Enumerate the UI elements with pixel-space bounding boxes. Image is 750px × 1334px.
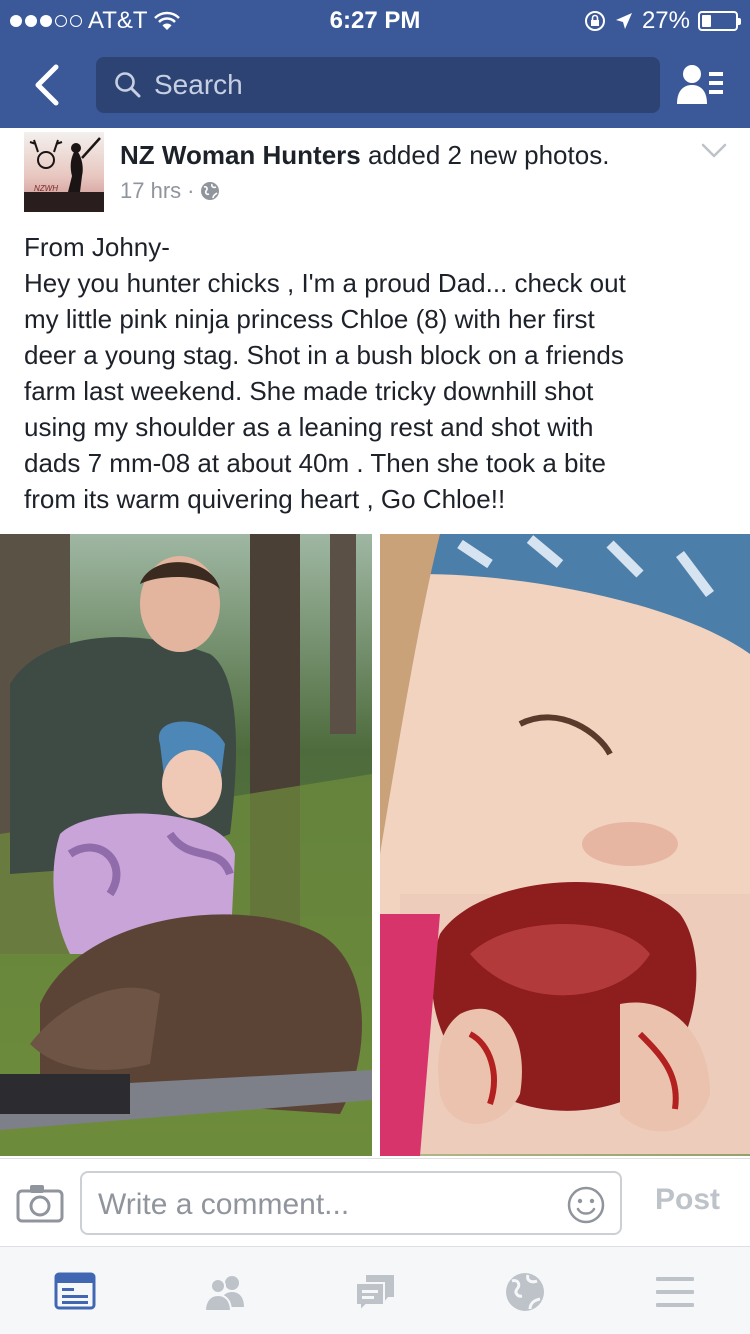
status-right: 27%	[584, 7, 741, 35]
friend-requests-icon[interactable]	[676, 62, 724, 106]
battery-level	[702, 15, 711, 27]
svg-text:NZWH: NZWH	[34, 184, 58, 193]
menu-icon[interactable]	[654, 1271, 696, 1313]
friends-icon[interactable]	[204, 1271, 246, 1313]
post-text-line: From Johny-	[24, 232, 170, 262]
post-text-line: deer a young stag. Shot in a bush block …	[24, 340, 624, 370]
comment-input[interactable]	[98, 1185, 548, 1225]
rotation-lock-icon	[584, 11, 605, 31]
post-action: added 2 new photos.	[368, 140, 610, 170]
camera-icon[interactable]	[16, 1183, 64, 1223]
globe-icon	[201, 182, 220, 200]
post-text-line: my little pink ninja princess Chloe (8) …	[24, 304, 595, 334]
comment-field[interactable]	[80, 1171, 622, 1235]
poster-name-link[interactable]: NZ Woman Hunters	[120, 140, 361, 170]
post-text-line: Hey you hunter chicks , I'm a proud Dad.…	[24, 268, 626, 298]
post-text-line: dads 7 mm-08 at about 40m . Then she too…	[24, 448, 606, 478]
top-navigation-bar: AT&T 6:27 PM 27%	[0, 0, 750, 128]
post-photo-1[interactable]	[0, 534, 372, 1156]
post-meta: 17 hrs ·	[120, 178, 220, 204]
status-bar: AT&T 6:27 PM 27%	[0, 0, 750, 40]
meta-separator: ·	[187, 178, 195, 203]
post-text-line: using my shoulder as a leaning rest and …	[24, 412, 594, 442]
post-header: NZWH NZ Woman Hunters added 2 new photos…	[0, 128, 750, 224]
post-timestamp[interactable]: 17 hrs	[120, 178, 181, 204]
post-comment-button[interactable]: Post	[655, 1183, 720, 1217]
back-chevron-icon[interactable]	[28, 62, 68, 108]
emoji-icon[interactable]	[566, 1185, 606, 1225]
battery-icon	[698, 11, 741, 31]
search-input[interactable]	[154, 69, 634, 101]
bottom-tab-bar	[0, 1246, 750, 1334]
post-body: From Johny- Hey you hunter chicks , I'm …	[24, 229, 714, 517]
comment-bar: Post	[0, 1158, 750, 1246]
search-bar[interactable]	[96, 57, 660, 113]
page-avatar[interactable]: NZWH	[24, 132, 104, 212]
search-icon	[115, 72, 141, 98]
globe-notifications-icon[interactable]	[504, 1271, 546, 1313]
post-text-line: from its warm quivering heart , Go Chloe…	[24, 484, 506, 514]
post-title: NZ Woman Hunters added 2 new photos.	[120, 140, 609, 171]
post-options-chevron-icon[interactable]	[700, 140, 728, 162]
battery-percent: 27%	[641, 7, 690, 34]
messages-icon[interactable]	[354, 1271, 396, 1313]
post-photo-2[interactable]	[380, 534, 750, 1156]
news-feed-icon[interactable]	[54, 1271, 96, 1313]
location-arrow-icon	[615, 13, 632, 29]
post-text-line: farm last weekend. She made tricky downh…	[24, 376, 594, 406]
